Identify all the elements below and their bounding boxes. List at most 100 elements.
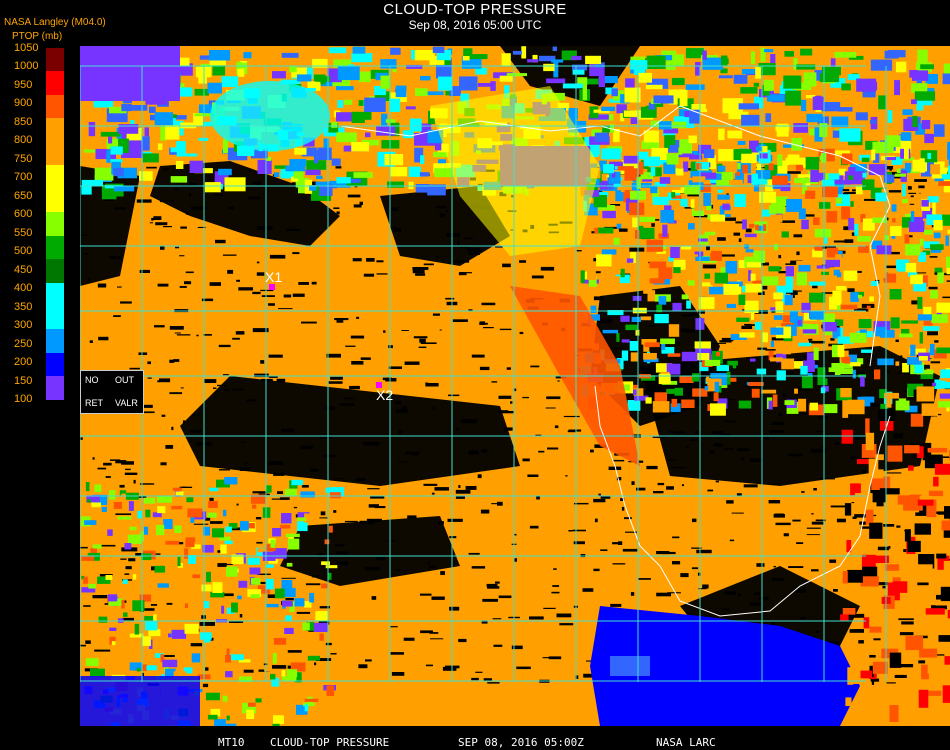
cloud-pixel [940,369,950,379]
clear-sky-speckle [917,582,929,586]
cloud-pixel [704,273,711,279]
cloud-pixel [901,132,912,141]
cloud-pixel [459,76,478,91]
cloud-pixel [313,150,319,164]
cloud-pixel [344,99,353,105]
cloud-pixel [841,356,851,364]
cloud-pixel [860,576,879,587]
cloud-top-pressure-map[interactable] [80,46,950,726]
clear-sky-speckle [667,459,676,461]
color-scale-tick-label: 900 [14,97,33,110]
clear-sky-speckle [736,448,749,452]
out-label: OUT [115,375,134,385]
clear-sky-speckle [151,217,154,221]
cloud-pixel [649,261,667,269]
clear-sky-speckle [339,403,355,406]
clear-sky-speckle [493,644,503,647]
cloud-pixel [165,540,180,545]
clear-sky-speckle [793,588,806,593]
clear-sky-speckle [214,193,224,196]
cloud-pixel [632,295,642,301]
clear-sky-speckle [296,611,311,614]
cloud-pixel [729,179,743,185]
cloud-pixel [741,114,760,126]
cloud-pixel [862,179,875,191]
cloud-pixel [652,401,670,413]
clear-sky-speckle [690,439,698,441]
cloud-pixel [696,353,710,361]
clear-sky-speckle [877,349,882,352]
clear-sky-speckle [907,186,912,190]
clear-sky-speckle [333,478,345,480]
high-cloud-patch [610,656,650,676]
cloud-pixel [189,160,203,173]
cloud-pixel [703,192,711,206]
cloud-pixel [717,189,724,193]
clear-sky-speckle [529,525,539,529]
clear-sky-speckle [352,258,362,262]
cloud-pixel [273,715,284,725]
cloud-pixel [869,256,886,266]
clear-sky-speckle [568,530,573,532]
clear-sky-speckle [929,256,938,258]
clear-sky-speckle [209,497,214,501]
cloud-pixel [638,161,644,175]
cloud-pixel [144,127,149,137]
cloud-pixel [703,149,715,159]
cloud-pixel [866,305,871,310]
clear-sky-speckle [852,516,857,519]
clear-sky-speckle [261,378,273,382]
clear-sky-speckle [691,567,699,570]
clear-sky-speckle [222,254,237,256]
clear-sky-speckle [85,252,89,255]
cloud-pixel [224,177,246,192]
cloud-pixel [842,608,856,615]
clear-sky-speckle [124,573,130,575]
clear-sky-speckle [668,431,677,433]
cloud-pixel [723,284,740,295]
cloud-pixel [848,218,855,231]
clear-sky-speckle [468,252,480,255]
cloud-pixel [936,553,947,559]
unit-label: PTOP (mb) [12,31,63,42]
cloud-pixel [753,184,760,192]
cloud-pixel [184,603,188,608]
cloud-pixel [801,219,809,230]
cloud-pixel [666,60,676,70]
clear-sky-speckle [788,453,803,457]
clear-sky-speckle [260,360,265,364]
cloud-pixel [184,548,189,559]
clear-sky-speckle [813,488,817,491]
cloud-pixel [678,147,683,155]
marker-x2-label: X2 [376,387,394,403]
clear-sky-speckle [218,344,231,348]
cloud-pixel [921,403,939,416]
cloud-pixel [872,141,894,153]
clear-sky-speckle [89,340,93,343]
cloud-pixel [331,121,338,128]
clear-sky-speckle [666,486,674,490]
cloud-pixel [938,181,950,186]
cloud-pixel [925,608,945,615]
clear-sky-speckle [642,390,653,393]
clear-sky-speckle [334,318,349,321]
clear-sky-speckle [261,295,275,297]
clear-sky-speckle [305,583,321,586]
cloud-pixel [222,695,228,702]
clear-sky-speckle [468,450,479,455]
cloud-pixel [805,190,816,199]
cloud-pixel [930,164,941,175]
cloud-pixel [944,656,950,665]
cloud-pixel [638,72,652,83]
cloud-pixel [145,621,158,631]
cloud-pixel [910,344,916,357]
color-scale-tick-label: 750 [14,152,33,165]
cloud-pixel [625,324,639,331]
clear-sky-speckle [423,263,434,266]
clear-sky-speckle [159,378,171,383]
clear-sky-speckle [155,222,168,226]
cloud-pixel [85,658,99,666]
clear-sky-speckle [319,517,328,519]
cloud-pixel [822,322,837,332]
clear-sky-speckle [689,313,698,316]
